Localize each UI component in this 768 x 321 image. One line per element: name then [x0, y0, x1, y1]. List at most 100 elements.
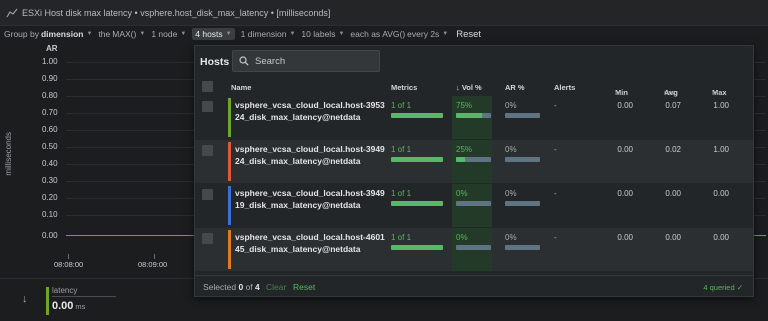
vol-bar-fill — [456, 113, 483, 118]
ar-bar — [505, 201, 540, 206]
host-color-stripe — [228, 98, 231, 137]
nodes-dropdown[interactable]: 1 node ▼ — [151, 29, 186, 39]
y-tick-label: 0.20 — [42, 193, 58, 202]
group-by-label: Group by — [4, 29, 39, 39]
search-icon — [239, 56, 249, 66]
chevron-down-icon: ▼ — [338, 31, 345, 37]
chevron-down-icon: ▼ — [442, 31, 449, 37]
reset-selection-button[interactable]: Reset — [293, 282, 315, 292]
host-name: vsphere_vcsa_cloud_local.host-460145_dis… — [235, 232, 385, 254]
max-value: 0.00 — [713, 189, 729, 198]
hosts-value: 4 hosts — [195, 29, 223, 39]
row-checkbox[interactable] — [202, 189, 213, 200]
ar-percent: 0% — [505, 189, 517, 198]
chevron-down-icon: ▼ — [289, 31, 296, 37]
legend-divider — [52, 296, 116, 297]
row-checkbox[interactable] — [202, 233, 213, 244]
chevron-down-icon: ▼ — [86, 31, 93, 37]
vol-bar — [456, 113, 491, 118]
clear-button[interactable]: Clear — [266, 282, 286, 292]
reset-button[interactable]: Reset — [456, 29, 481, 40]
table-row[interactable]: vsphere_vcsa_cloud_local.host-394924_dis… — [195, 140, 753, 183]
selection-summary: Selected 0 of 4 — [203, 282, 260, 292]
arrow-down-icon[interactable]: ↓ — [22, 293, 28, 305]
alerts-value: - — [554, 101, 557, 110]
each-as-label: each as — [350, 29, 381, 39]
ar-bar — [505, 113, 540, 118]
y-tick-label: 0.00 — [42, 231, 58, 240]
alerts-value: - — [554, 233, 557, 242]
aggregation-value: MAX() — [112, 29, 137, 39]
alerts-value: - — [554, 189, 557, 198]
table-row[interactable]: vsphere_vcsa_cloud_local.host-394919_dis… — [195, 184, 753, 227]
labels-value: 10 labels — [301, 29, 336, 39]
vol-percent: 0% — [456, 233, 468, 242]
group-by-dropdown[interactable]: Group by dimension ▼ — [4, 29, 92, 39]
min-value: 0.00 — [617, 233, 633, 242]
search-input[interactable] — [255, 55, 375, 67]
vol-percent: 25% — [456, 145, 473, 154]
row-checkbox[interactable] — [202, 145, 213, 156]
metrics-count: 1 of 1 — [391, 145, 412, 154]
chevron-down-icon: ▼ — [225, 31, 232, 37]
y-tick-label: 0.90 — [42, 74, 58, 83]
y-tick-label: 0.50 — [42, 142, 58, 151]
labels-dropdown[interactable]: 10 labels ▼ — [301, 29, 344, 39]
x-tick-label: 08:08:00 — [54, 260, 84, 269]
y-axis-title: milliseconds — [4, 132, 13, 176]
y-tick-label: 0.30 — [42, 176, 58, 185]
chart-toolbar: Group by dimension ▼ the MAX() ▼ 1 node … — [0, 26, 768, 42]
ar-percent: 0% — [505, 101, 517, 110]
y-tick-label: 0.80 — [42, 91, 58, 100]
column-header-vol[interactable]: ↓ Vol % — [456, 83, 482, 92]
table-header: Name Metrics ↓ Vol % AR % Alerts Min ms … — [195, 78, 753, 97]
alerts-value: - — [554, 145, 557, 154]
chart-title: ESXi Host disk max latency • vsphere.hos… — [22, 7, 331, 18]
y-tick-label: 0.60 — [42, 125, 58, 134]
vol-bar-fill — [456, 157, 465, 162]
max-value: 1.00 — [713, 101, 729, 110]
column-header-name[interactable]: Name — [231, 83, 251, 92]
dimensions-dropdown[interactable]: 1 dimension ▼ — [241, 29, 296, 39]
metrics-count: 1 of 1 — [391, 189, 412, 198]
y-tick-label: 0.70 — [42, 108, 58, 117]
metrics-count: 1 of 1 — [391, 101, 412, 110]
ar-bar — [505, 157, 540, 162]
max-value: 0.00 — [713, 233, 729, 242]
hosts-dropdown[interactable]: 4 hosts ▼ — [192, 28, 235, 40]
aggregation-dropdown[interactable]: the MAX() ▼ — [98, 29, 145, 39]
host-color-stripe — [228, 186, 231, 225]
host-color-stripe — [228, 230, 231, 269]
vol-percent: 0% — [456, 189, 468, 198]
search-box[interactable] — [232, 50, 380, 72]
vol-bar — [456, 201, 491, 206]
select-all-checkbox[interactable] — [202, 81, 213, 92]
legend-value: 0.00 ms — [52, 300, 86, 312]
host-color-stripe — [228, 142, 231, 181]
column-header-alerts[interactable]: Alerts — [554, 83, 575, 92]
table-row[interactable]: vsphere_vcsa_cloud_local.host-395324_dis… — [195, 96, 753, 139]
hosts-popup: Hosts Name Metrics ↓ Vol % AR % Alerts M… — [194, 45, 754, 297]
host-name: vsphere_vcsa_cloud_local.host-394919_dis… — [235, 188, 385, 210]
table-row[interactable]: vsphere_vcsa_cloud_local.host-460145_dis… — [195, 228, 753, 271]
y-axis-header: AR — [46, 44, 58, 53]
row-checkbox[interactable] — [202, 101, 213, 112]
dimensions-value: 1 dimension — [240, 29, 287, 39]
host-name: vsphere_vcsa_cloud_local.host-394924_dis… — [235, 144, 385, 166]
x-tick-mark — [68, 254, 69, 259]
metrics-count: 1 of 1 — [391, 233, 412, 242]
column-header-ar[interactable]: AR % — [505, 83, 525, 92]
host-name: vsphere_vcsa_cloud_local.host-395324_dis… — [235, 100, 385, 122]
chevron-down-icon: ▼ — [180, 31, 187, 37]
time-aggregation-dropdown[interactable]: each as AVG() every 2s ▼ — [350, 29, 448, 39]
metrics-bar — [391, 245, 443, 250]
y-tick-label: 1.00 — [42, 57, 58, 66]
min-value: 0.00 — [617, 145, 633, 154]
column-header-metrics[interactable]: Metrics — [391, 83, 417, 92]
nodes-value: 1 node — [151, 29, 178, 39]
x-tick-mark — [154, 254, 155, 259]
ar-percent: 0% — [505, 145, 517, 154]
chart-icon — [6, 8, 18, 18]
legend-color-bar — [46, 287, 49, 315]
y-tick-label: 0.10 — [42, 210, 58, 219]
